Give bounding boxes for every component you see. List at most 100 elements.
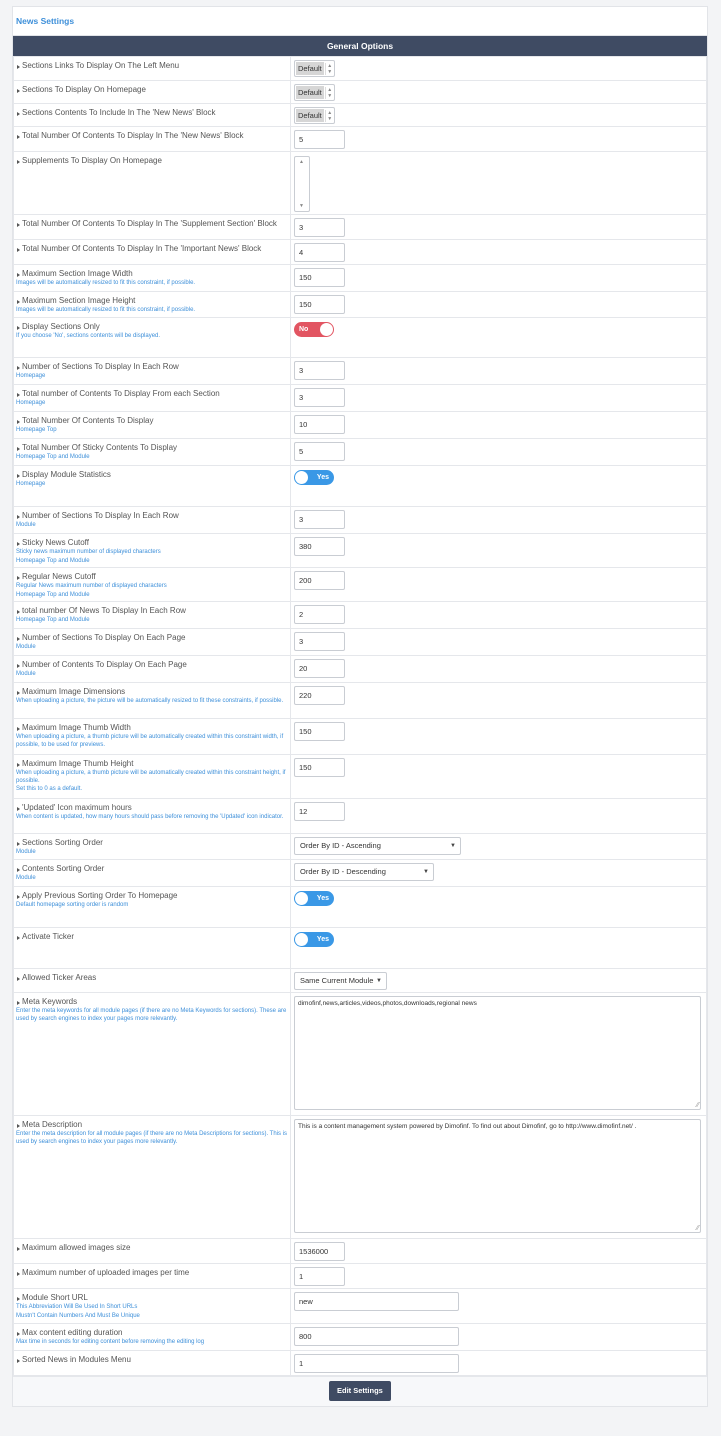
dropdown-select[interactable]: Same Current Module ▼ (294, 972, 387, 990)
text-input[interactable]: new (294, 1292, 459, 1311)
setting-control-cell: 3 (290, 357, 707, 385)
setting-control-cell: 800 (290, 1323, 707, 1351)
text-input[interactable]: 4 (294, 243, 345, 262)
text-input[interactable]: 220 (294, 686, 345, 705)
text-input[interactable]: 200 (294, 571, 345, 590)
setting-control-cell: Order By ID - Ascending ▼ (290, 833, 707, 860)
setting-row-total-number-of-news-to-display-in-each-row: total number Of News To Display In Each … (13, 601, 707, 629)
text-input[interactable]: 1536000 (294, 1242, 345, 1261)
setting-control-cell: 2 (290, 601, 707, 629)
textarea-input[interactable]: dimofinf,news,articles,videos,photos,dow… (294, 996, 701, 1110)
edit-settings-button[interactable]: Edit Settings (329, 1381, 391, 1401)
text-input[interactable]: 380 (294, 537, 345, 556)
text-input[interactable]: 5 (294, 442, 345, 461)
setting-row-max-content-editing-duration: Max content editing duration Max time in … (13, 1323, 707, 1351)
setting-control-cell: No (290, 317, 707, 358)
setting-row-sections-sorting-order: Sections Sorting Order Module Order By ID … (13, 833, 707, 860)
setting-label-cell: Number of Contents To Display On Each Pa… (13, 655, 291, 683)
setting-label-cell: Total Number Of Contents To Display In T… (13, 239, 291, 265)
text-input[interactable]: 150 (294, 722, 345, 741)
setting-help-text: When uploading a picture, a thumb pictur… (16, 770, 286, 784)
setting-row-maximum-image-thumb-height: Maximum Image Thumb Height When uploading… (13, 754, 707, 799)
text-input[interactable]: 150 (294, 268, 345, 287)
setting-control-cell: Default ▲ ▼ (290, 103, 707, 127)
setting-control-cell: Order By ID - Descending ▼ (290, 859, 707, 887)
setting-control-cell: 5 (290, 438, 707, 466)
text-input[interactable]: 3 (294, 510, 345, 529)
scroll-up-icon[interactable]: ▲ (299, 159, 304, 165)
toggle-knob (295, 933, 308, 946)
setting-label: Apply Previous Sorting Order To Homepage (16, 891, 288, 901)
text-input[interactable]: 3 (294, 632, 345, 651)
page-title: News Settings (13, 7, 707, 36)
text-input[interactable]: 150 (294, 758, 345, 777)
setting-help-text: Images will be automatically resized to … (16, 307, 196, 313)
setting-label-cell: Sections To Display On Homepage (13, 80, 291, 104)
textarea-input[interactable]: This is a content management system powe… (294, 1119, 701, 1233)
form-footer: Edit Settings (13, 1376, 707, 1406)
setting-control-cell: 3 (290, 628, 707, 656)
spinner-arrows-icon[interactable]: ▲ ▼ (324, 62, 334, 75)
text-input[interactable]: 5 (294, 130, 345, 149)
setting-label: Number of Contents To Display On Each Pa… (16, 660, 288, 670)
scroll-down-icon[interactable]: ▼ (299, 203, 304, 209)
resize-grip-icon[interactable]: ⁄⁄ (697, 1102, 699, 1109)
text-input[interactable]: 2 (294, 605, 345, 624)
setting-label: Maximum Section Image Width (16, 269, 288, 279)
text-input[interactable]: 3 (294, 388, 345, 407)
setting-control-cell: 1536000 (290, 1238, 707, 1264)
textarea-value: This is a content management system powe… (298, 1123, 637, 1130)
setting-label-cell: Contents Sorting Order Module (13, 859, 291, 887)
setting-control-cell: 380 (290, 533, 707, 568)
setting-label-cell: Display Sections Only If you choose 'No',… (13, 317, 291, 358)
spinner-select[interactable]: Default ▲ ▼ (294, 60, 335, 77)
setting-label: Max content editing duration (16, 1328, 288, 1338)
toggle-switch[interactable]: No (294, 322, 334, 337)
setting-label-cell: Allowed Ticker Areas (13, 968, 291, 993)
text-input[interactable]: 800 (294, 1327, 459, 1346)
setting-control-cell: Yes (290, 886, 707, 928)
spinner-arrows-icon[interactable]: ▲ ▼ (324, 86, 334, 99)
setting-label: Contents Sorting Order (16, 864, 288, 874)
setting-row-maximum-image-dimensions: Maximum Image Dimensions When uploading a… (13, 682, 707, 719)
setting-label: Maximum Image Thumb Width (16, 723, 288, 733)
toggle-label: Yes (316, 474, 329, 481)
dropdown-select[interactable]: Order By ID - Descending ▼ (294, 863, 434, 881)
spinner-arrows-icon[interactable]: ▲ ▼ (324, 109, 334, 122)
setting-label-cell: Display Module Statistics Homepage (13, 465, 291, 507)
text-input[interactable]: 3 (294, 218, 345, 237)
setting-label: Meta Description (16, 1120, 288, 1130)
setting-label-cell: Maximum Image Thumb Width When uploading … (13, 718, 291, 755)
text-input[interactable]: 1 (294, 1354, 459, 1373)
resize-grip-icon[interactable]: ⁄⁄ (697, 1225, 699, 1232)
toggle-switch[interactable]: Yes (294, 891, 334, 906)
spinner-select[interactable]: Default ▲ ▼ (294, 84, 335, 101)
setting-help-text: This Abbreviation Will Be Used In Short … (16, 1304, 138, 1310)
setting-control-cell: 220 (290, 682, 707, 719)
setting-row-total-number-of-contents-to-display-in-the-new-news-block: Total Number Of Contents To Display In T… (13, 126, 707, 152)
setting-label: Total Number Of Sticky Contents To Displ… (16, 443, 288, 453)
text-input[interactable]: 10 (294, 415, 345, 434)
setting-control-cell: dimofinf,news,articles,videos,photos,dow… (290, 992, 707, 1116)
multi-select-listbox[interactable]: ▲ ▼ (294, 156, 310, 212)
setting-help-text: Homepage Top and Module (16, 591, 90, 598)
setting-row-number-of-sections-to-display-on-each-page: Number of Sections To Display On Each Pa… (13, 628, 707, 656)
dropdown-select[interactable]: Order By ID - Ascending ▼ (294, 837, 461, 855)
toggle-switch[interactable]: Yes (294, 932, 334, 947)
setting-help-text: Homepage (16, 400, 46, 406)
text-input[interactable]: 12 (294, 802, 345, 821)
setting-control-cell: 150 (290, 754, 707, 799)
spinner-select[interactable]: Default ▲ ▼ (294, 107, 335, 124)
text-input[interactable]: 150 (294, 295, 345, 314)
text-input[interactable]: 20 (294, 659, 345, 678)
setting-help-text: Enter the meta description for all modul… (16, 1131, 288, 1145)
setting-label-cell: Total number of Contents To Display From… (13, 384, 291, 412)
section-header: General Options (13, 36, 707, 56)
setting-label-cell: Maximum Section Image Width Images will b… (13, 264, 291, 292)
toggle-switch[interactable]: Yes (294, 470, 334, 485)
setting-label-cell: Max content editing duration Max time in … (13, 1323, 291, 1351)
text-input[interactable]: 1 (294, 1267, 345, 1286)
setting-label-cell: Sections Sorting Order Module (13, 833, 291, 860)
setting-help-text: Module (16, 875, 36, 881)
text-input[interactable]: 3 (294, 361, 345, 380)
